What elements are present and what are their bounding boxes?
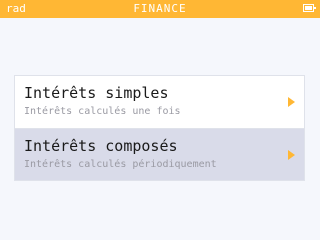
menu-item-title: Intérêts composés: [24, 137, 178, 155]
chevron-right-icon: [288, 97, 295, 107]
menu-item-subtitle: Intérêts calculés une fois: [24, 106, 181, 117]
menu-item-compound-interest[interactable]: Intérêts composés Intérêts calculés péri…: [15, 128, 304, 180]
app-title: FINANCE: [133, 2, 187, 15]
menu-item-subtitle: Intérêts calculés périodiquement: [24, 159, 217, 170]
chevron-right-icon: [288, 150, 295, 160]
status-bar: rad FINANCE: [0, 0, 320, 18]
menu-item-simple-interest[interactable]: Intérêts simples Intérêts calculés une f…: [15, 76, 304, 128]
battery-icon: [303, 4, 316, 12]
finance-menu: Intérêts simples Intérêts calculés une f…: [14, 75, 305, 181]
menu-item-title: Intérêts simples: [24, 84, 169, 102]
